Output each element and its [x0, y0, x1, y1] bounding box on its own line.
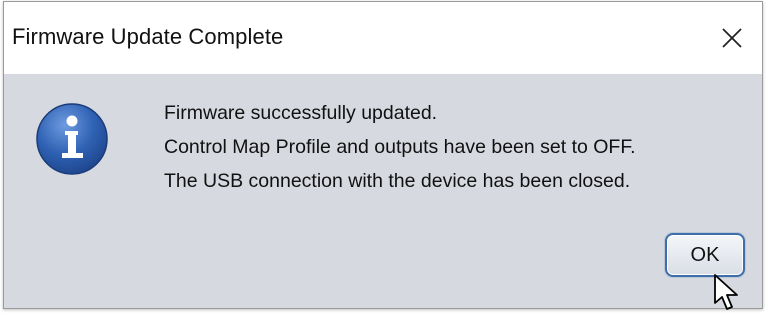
ok-button[interactable]: OK	[665, 233, 745, 277]
close-icon	[722, 28, 742, 48]
window-title: Firmware Update Complete	[12, 24, 284, 49]
dialog-window: Firmware Update Complete Firmware succes…	[3, 1, 763, 309]
message-line: The USB connection with the device has b…	[164, 170, 631, 192]
message-line: Control Map Profile and outputs have bee…	[164, 136, 636, 158]
dialog-content: Firmware successfully updated. Control M…	[4, 74, 762, 308]
message-text: Firmware successfully updated. Control M…	[164, 96, 636, 198]
close-button[interactable]	[702, 2, 762, 74]
message-line: Firmware successfully updated.	[164, 102, 438, 124]
information-icon	[36, 103, 108, 175]
title-bar: Firmware Update Complete	[4, 2, 762, 74]
